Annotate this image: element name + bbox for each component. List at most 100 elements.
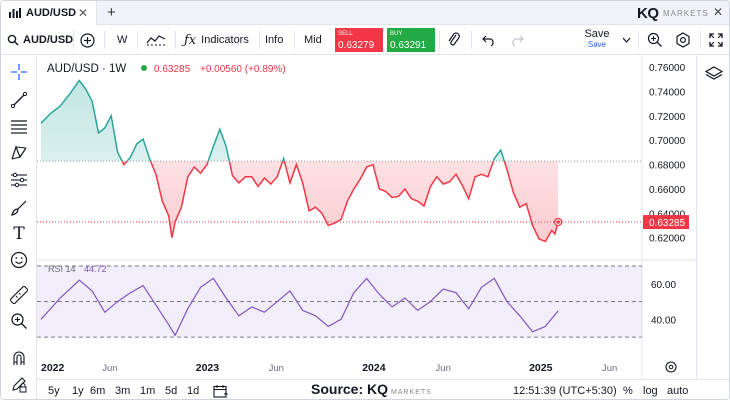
- range-button-1d[interactable]: 1d: [187, 380, 199, 399]
- measure-tool[interactable]: [9, 285, 29, 305]
- buy-label: BUY: [390, 31, 403, 37]
- indicators-button[interactable]: ƒx Indicators: [184, 25, 249, 55]
- range-button-1y[interactable]: 1y: [72, 380, 84, 399]
- trend-line-tool[interactable]: [9, 90, 29, 110]
- interval-button[interactable]: W: [117, 25, 127, 55]
- close-tab-icon[interactable]: ✕: [78, 6, 88, 20]
- emoji-tool[interactable]: [9, 250, 29, 270]
- time-tick-label: 2022: [41, 362, 65, 374]
- magnet-icon: [13, 351, 25, 365]
- sliders-icon: [11, 172, 27, 188]
- magnet-tool[interactable]: [9, 348, 29, 368]
- layers-icon: [704, 66, 724, 80]
- quick-search-button[interactable]: [647, 25, 663, 55]
- trend-line-icon: [10, 91, 28, 109]
- ruler-icon: [10, 286, 28, 304]
- redo-button[interactable]: [510, 25, 524, 55]
- price-tick-label: 0.68000: [649, 161, 686, 172]
- fullscreen-icon: [709, 33, 723, 47]
- add-tab-icon[interactable]: +: [107, 4, 116, 21]
- source-caption: Source: KQ MARKETS: [311, 381, 432, 397]
- compare-button[interactable]: [80, 25, 95, 55]
- legend-change: +0.00560 (+0.89%): [200, 64, 286, 75]
- tab-audusd[interactable]: AUD/USD ✕: [1, 1, 97, 25]
- brush-tool[interactable]: [9, 198, 29, 218]
- function-icon: ƒx: [184, 32, 197, 48]
- sell-price: 0.63279: [338, 40, 375, 51]
- text-tool[interactable]: T: [9, 224, 29, 244]
- link-button[interactable]: [447, 25, 461, 55]
- buy-button[interactable]: BUY 0.63291: [387, 28, 435, 52]
- toolbar-divider: [638, 31, 639, 49]
- time-axis: 2022 Jun 2023 Jun 2024 Jun 2025 Jun: [41, 362, 617, 374]
- time-axis-settings-button[interactable]: [665, 361, 677, 373]
- horizontal-lines-icon: [11, 120, 27, 134]
- toolbar-divider: [137, 31, 138, 49]
- chevron-down-icon: [622, 37, 631, 43]
- right-panel: [696, 56, 729, 381]
- lock-drawing-tool[interactable]: [9, 374, 29, 394]
- rsi-tick-label: 60.00: [651, 280, 676, 291]
- price-source-button[interactable]: Mid: [304, 25, 322, 55]
- price-axis: 0.76000 0.74000 0.72000 0.70000 0.68000 0.660…: [643, 63, 689, 245]
- legend-last-price: 0.63285: [154, 64, 191, 75]
- text-icon: T: [13, 224, 25, 244]
- range-button-3m[interactable]: 3m: [115, 380, 130, 399]
- range-button-5d[interactable]: 5d: [165, 380, 177, 399]
- price-tick-label: 0.72000: [649, 112, 686, 123]
- range-button-5y[interactable]: 5y: [48, 380, 60, 399]
- auto-scale-toggle[interactable]: auto: [667, 380, 688, 399]
- price-chart[interactable]: 0.76000 0.74000 0.72000 0.70000 0.68000 0.660…: [37, 56, 696, 379]
- chart-type-button[interactable]: [146, 25, 166, 55]
- toolbar-divider: [439, 31, 440, 49]
- percent-scale-toggle[interactable]: %: [623, 380, 633, 399]
- rsi-legend-label: RSI 14: [48, 264, 76, 274]
- toolbar-divider: [73, 31, 74, 49]
- time-tick-label: 2023: [196, 362, 220, 374]
- settings-button[interactable]: [675, 25, 691, 55]
- go-to-date-button[interactable]: [213, 380, 228, 399]
- horizontal-lines-tool[interactable]: [9, 116, 29, 136]
- paperclip-icon: [448, 32, 460, 46]
- sell-label: SELL: [338, 31, 353, 37]
- close-window-icon[interactable]: ✕: [713, 5, 723, 19]
- indicators-label: Indicators: [201, 34, 249, 46]
- rsi-pane: [37, 265, 642, 338]
- undo-icon: [482, 35, 494, 46]
- price-tick-label: 0.76000: [649, 63, 686, 74]
- fullscreen-button[interactable]: [709, 25, 723, 55]
- pattern-tool[interactable]: [9, 143, 29, 163]
- crosshair-tool[interactable]: [9, 62, 29, 82]
- save-label: Save: [584, 28, 610, 40]
- time-tick-label: 2025: [529, 362, 553, 374]
- rsi-axis: 60.00 40.00: [651, 280, 676, 327]
- range-button-1m[interactable]: 1m: [140, 380, 155, 399]
- current-price-label: 0.63285: [649, 218, 686, 229]
- symbol-search[interactable]: AUD/USD: [7, 25, 73, 55]
- range-button-6m[interactable]: 6m: [90, 380, 105, 399]
- buy-price: 0.63291: [390, 40, 427, 51]
- last-price-dot: [556, 220, 560, 224]
- toolbar-divider: [259, 31, 260, 49]
- info-button[interactable]: Info: [265, 25, 283, 55]
- tab-title: AUD/USD: [26, 7, 77, 19]
- search-icon: [7, 34, 19, 46]
- crosshair-icon: [11, 64, 27, 80]
- log-scale-toggle[interactable]: log: [643, 380, 658, 399]
- clock-timezone[interactable]: 12:51:39 (UTC+5:30): [513, 380, 617, 399]
- pencil-lock-icon: [12, 377, 27, 393]
- sell-button[interactable]: SELL 0.63279: [335, 28, 383, 52]
- fib-tool[interactable]: [9, 170, 29, 190]
- source-prefix: Source:: [311, 381, 368, 397]
- pattern-icon: [11, 145, 27, 160]
- tab-bar: AUD/USD ✕ + KQ MARKETS ✕: [1, 1, 729, 25]
- rsi-legend-value: 44.72: [84, 264, 107, 274]
- zoom-tool[interactable]: [9, 311, 29, 331]
- save-menu-button[interactable]: [622, 25, 631, 55]
- time-tick-label: Jun: [102, 363, 117, 374]
- price-tick-label: 0.62000: [649, 234, 686, 245]
- layers-button[interactable]: [704, 65, 724, 86]
- price-tick-label: 0.74000: [649, 87, 686, 98]
- undo-button[interactable]: [482, 25, 496, 55]
- save-button[interactable]: Save Save: [583, 28, 611, 49]
